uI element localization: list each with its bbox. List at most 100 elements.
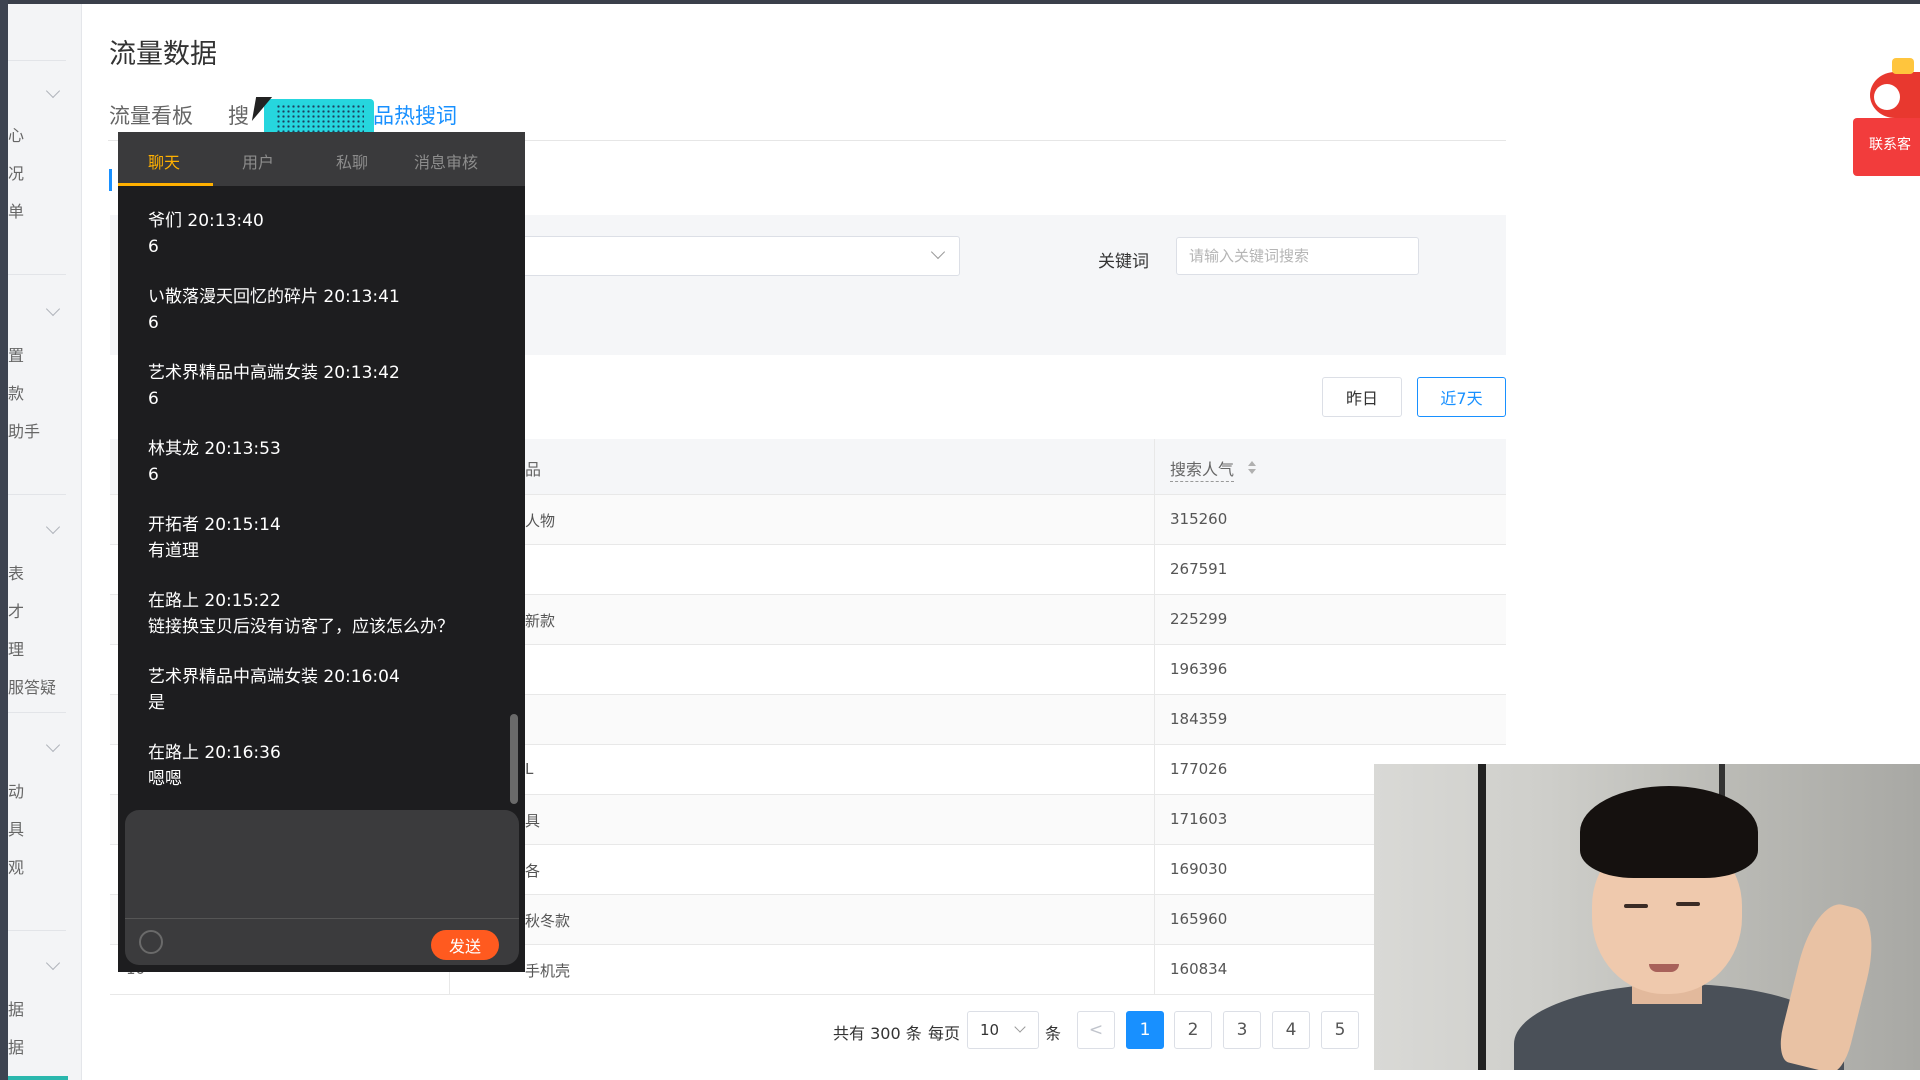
drag-handle-icon[interactable] [276,104,364,132]
pagination-per-page-label: 每页 [928,1024,961,1043]
sidebar-item[interactable]: 才 [8,598,24,622]
webcam-background-frame [1478,764,1486,1070]
presenter-mouth [1649,964,1679,972]
chat-message-header: 林其龙 20:13:53 [148,439,281,459]
webcam-overlay [1374,764,1920,1070]
page-button-2[interactable]: 2 [1174,1011,1212,1049]
sidebar-divider [8,274,66,275]
chat-message-header: 艺术界精品中高端女装 20:16:04 [148,667,400,687]
chat-message-header: 爷们 20:13:40 [148,211,264,231]
chat-message-header: 在路上 20:16:36 [148,743,281,763]
emoji-icon[interactable] [139,930,163,954]
row-search-term: 手机壳 [525,962,571,980]
last-7-days-button[interactable]: 近7天 [1417,377,1506,417]
yesterday-button[interactable]: 昨日 [1322,377,1402,417]
row-popularity: 169030 [1170,860,1228,878]
sidebar-item[interactable]: 据 [8,1034,24,1058]
prev-page-button[interactable]: < [1077,1011,1115,1049]
keyword-input[interactable] [1176,237,1419,275]
sidebar: 心 况 单 置 款 助手 表 才 理 服答疑 动 具 观 据 据 [8,4,82,1080]
row-search-term: 人物 [525,512,556,530]
chat-input-divider [125,918,519,919]
column-divider [1154,795,1155,845]
chat-input-box[interactable]: 发送 [125,810,519,965]
tab-hot-search-words[interactable]: 品热搜词 [373,100,457,130]
chat-message-header: い散落漫天回忆的碎片 20:13:41 [148,287,400,307]
chat-tab-users[interactable]: 用户 [242,149,274,173]
row-popularity: 196396 [1170,660,1228,678]
row-search-term: 各 [525,862,541,880]
page-size-value: 10 [980,1021,1000,1039]
sidebar-item[interactable]: 置 [8,342,24,366]
chat-message-header: 开拓者 20:15:14 [148,515,281,535]
row-popularity: 315260 [1170,510,1228,528]
mascot-face [1874,84,1900,110]
column-header-name: 品 [525,460,542,479]
section-accent-bar [109,169,112,191]
chat-scrollbar[interactable] [510,714,518,804]
chat-message-body: 6 [148,389,159,409]
sidebar-divider [8,930,66,931]
mascot-crown [1892,58,1914,74]
sidebar-item[interactable]: 心 [8,122,24,146]
column-divider [1154,439,1155,495]
row-search-term: L [525,760,534,778]
chat-message-body: 嗯嗯 [148,769,182,789]
chevron-down-icon[interactable] [45,83,61,99]
tab-search[interactable]: 搜 [228,100,249,130]
column-divider [1154,745,1155,795]
window-edge [0,0,8,1080]
chat-tab-moderation[interactable]: 消息审核 [414,149,478,173]
row-search-term: 新款 [525,612,556,630]
chevron-down-icon[interactable] [45,519,61,535]
sidebar-divider [8,712,66,713]
sidebar-item[interactable]: 助手 [8,418,40,442]
send-button[interactable]: 发送 [431,930,499,960]
chevron-down-icon [1014,1021,1026,1033]
sort-icon[interactable] [1248,461,1256,475]
sidebar-item[interactable]: 款 [8,380,24,404]
column-header-popularity[interactable]: 搜索人气 [1170,456,1235,482]
page-title: 流量数据 [109,39,217,70]
presenter-hand [1774,897,1884,1070]
chat-tab-chat[interactable]: 聊天 [148,149,180,173]
sidebar-item[interactable]: 况 [8,160,24,184]
sidebar-item[interactable]: 观 [8,854,24,878]
column-divider [1154,645,1155,695]
chevron-down-icon[interactable] [45,737,61,753]
chat-message-body: 6 [148,237,159,257]
row-popularity: 184359 [1170,710,1228,728]
chevron-down-icon[interactable] [45,955,61,971]
sidebar-item[interactable]: 具 [8,816,24,840]
chat-message-body: 6 [148,313,159,333]
page-size-select[interactable]: 10 [967,1011,1039,1049]
row-popularity: 267591 [1170,560,1228,578]
column-divider [1154,895,1155,945]
chat-message-header: 艺术界精品中高端女装 20:13:42 [148,363,400,383]
chat-message-body: 链接换宝贝后没有访客了，应该怎么办？ [148,617,454,637]
page-button-1[interactable]: 1 [1126,1011,1164,1049]
chat-tabs: 聊天 用户 私聊 消息审核 [118,132,525,186]
page-button-4[interactable]: 4 [1272,1011,1310,1049]
pagination-unit: 条 [1045,1024,1062,1043]
chat-message-header: 在路上 20:15:22 [148,591,281,611]
chat-tab-indicator [118,183,213,186]
page-button-3[interactable]: 3 [1223,1011,1261,1049]
row-popularity: 160834 [1170,960,1228,978]
chat-tab-private[interactable]: 私聊 [336,149,368,173]
sidebar-item[interactable]: 据 [8,996,24,1020]
column-divider [1154,495,1155,545]
tab-traffic-dashboard[interactable]: 流量看板 [109,100,193,130]
category-select[interactable] [510,236,960,276]
row-search-term: 具 [525,812,541,830]
sidebar-item[interactable]: 理 [8,636,24,660]
chat-message-body: 有道理 [148,541,199,561]
sidebar-item[interactable]: 表 [8,560,24,584]
row-popularity: 225299 [1170,610,1228,628]
sidebar-item[interactable]: 单 [8,198,24,222]
sidebar-item[interactable]: 动 [8,778,24,802]
chevron-down-icon[interactable] [45,301,61,317]
sidebar-item[interactable]: 服答疑 [8,674,56,698]
contact-support-button[interactable]: 联系客 [1853,118,1920,176]
page-button-5[interactable]: 5 [1321,1011,1359,1049]
